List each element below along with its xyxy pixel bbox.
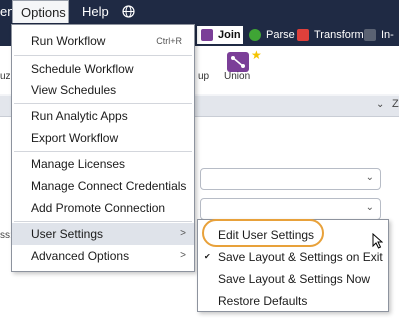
tab-transform[interactable]: Transform [293,26,364,44]
submenu-arrow-icon: > [180,228,186,239]
union-tool-label: Union [224,71,251,82]
menu-item-manage-connect-credentials[interactable]: Manage Connect Credentials [12,175,194,197]
panel-right-fragment: Z [392,98,399,110]
tool-label-fragment: up [198,71,210,82]
menu-divider [14,151,192,152]
menu-bar: en Options Help [0,0,399,23]
menu-item-add-promote-connection[interactable]: Add Promote Connection [12,197,194,219]
options-menu: Run Workflow Ctrl+R Schedule Workflow Vi… [11,24,195,272]
submenu-item-restore-defaults[interactable]: Restore Defaults [198,290,388,312]
database-category-icon [364,29,376,41]
tab-in-database[interactable]: In-Da [360,26,399,44]
menu-item-manage-licenses[interactable]: Manage Licenses [12,153,194,175]
menu-item-label: Schedule Workflow [31,62,134,76]
menu-item-export-workflow[interactable]: Export Workflow [12,127,194,149]
menu-item-advanced-options[interactable]: Advanced Options > [12,245,194,267]
dropdown-field[interactable]: ⌄ [200,198,381,220]
menu-divider [14,103,192,104]
tab-join-label: Join [218,29,241,41]
tab-in-database-label: In-Da [381,29,394,41]
menu-options[interactable]: Options [12,0,69,23]
submenu-arrow-icon: > [180,250,186,261]
join-category-icon [201,29,213,41]
menu-item-label: Manage Connect Credentials [31,179,187,193]
menu-item-run-analytic-apps[interactable]: Run Analytic Apps [12,105,194,127]
submenu-item-label: Save Layout & Settings Now [218,272,371,286]
chevron-down-icon: ⌄ [365,172,374,183]
menu-item-label: Advanced Options [31,249,130,263]
menu-item-label: View Schedules [31,83,117,97]
tab-parse-label: Parse [266,29,295,41]
chevron-down-icon[interactable]: ⌄ [376,99,384,110]
menu-item-user-settings[interactable]: User Settings > [12,223,194,245]
menu-item-run-workflow[interactable]: Run Workflow Ctrl+R [12,30,194,52]
menu-item-schedule-workflow[interactable]: Schedule Workflow [12,58,194,80]
menu-divider [14,55,192,56]
star-icon[interactable]: ★ [251,48,262,62]
tab-transform-label: Transform [314,29,364,41]
tool-label-fragment: uz [0,71,11,82]
parse-category-icon [249,29,261,41]
globe-icon[interactable] [122,5,135,21]
menu-item-label: Add Promote Connection [31,201,166,215]
checkmark-icon: ✔ [204,252,211,261]
menu-item-view-schedules[interactable]: View Schedules [12,79,194,101]
tab-join[interactable]: Join [197,26,243,44]
chevron-down-icon: ⌄ [365,202,374,213]
submenu-item-label: Restore Defaults [218,294,308,308]
highlight-annotation [202,219,324,247]
dropdown-field[interactable]: ⌄ [200,168,381,190]
menu-item-label: User Settings [31,227,104,241]
submenu-item-save-layout-on-exit[interactable]: ✔ Save Layout & Settings on Exit [198,246,388,268]
menu-item-label: Export Workflow [31,131,119,145]
menu-item-label: Run Analytic Apps [31,109,128,123]
menu-item-label: Run Workflow [31,34,106,48]
union-icon[interactable] [227,52,249,72]
submenu-item-label: Save Layout & Settings on Exit [218,250,383,264]
transform-category-icon [297,29,309,41]
submenu-item-save-layout-now[interactable]: Save Layout & Settings Now [198,268,388,290]
mouse-cursor-icon [372,232,384,252]
menu-item-label: Manage Licenses [31,157,126,171]
shortcut-label: Ctrl+R [156,36,182,46]
menu-divider [14,221,192,222]
menu-help[interactable]: Help [74,0,117,23]
